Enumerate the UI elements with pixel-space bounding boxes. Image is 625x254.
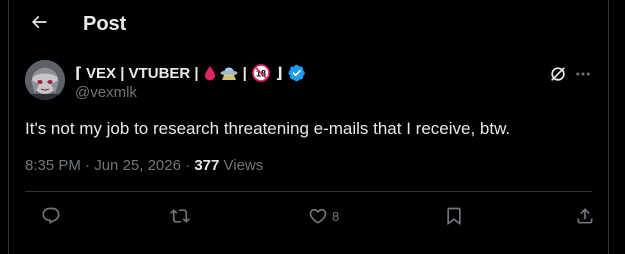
- ufo-emoji: [220, 65, 238, 81]
- meta-separator: ·: [85, 157, 91, 174]
- no-under-18-emoji: 18: [251, 64, 270, 82]
- more-button[interactable]: [572, 63, 594, 85]
- reply-icon: [42, 207, 60, 225]
- blood-drop-emoji: [204, 65, 216, 81]
- post-text: It's not my job to research threatening …: [25, 119, 511, 138]
- post-date[interactable]: Jun 25, 2026: [94, 157, 181, 174]
- bookmark-button[interactable]: [444, 204, 464, 228]
- back-button[interactable]: [25, 8, 53, 36]
- post-frame: Post ⌈ VEX | VTUBER | | ⌋ @vexmlk It's n…: [8, 0, 609, 254]
- heart-icon: [309, 208, 327, 224]
- bookmark-icon: [447, 207, 461, 226]
- reply-button[interactable]: [41, 204, 61, 228]
- arrow-left-icon: [31, 15, 47, 29]
- action-bar: 8: [25, 204, 595, 228]
- page-title: Post: [83, 13, 127, 35]
- views-label: Views: [223, 157, 264, 174]
- name-separator: |: [242, 64, 247, 82]
- meta-separator-2: ·: [185, 157, 191, 174]
- views-count[interactable]: 377: [194, 157, 219, 174]
- share-button[interactable]: [575, 204, 595, 228]
- avatar[interactable]: [25, 60, 65, 100]
- repost-button[interactable]: [170, 204, 190, 228]
- verified-badge-icon: [288, 64, 306, 82]
- display-name-prefix: ⌈ VEX | VTUBER |: [75, 65, 199, 82]
- user-handle[interactable]: @vexmlk: [75, 84, 137, 102]
- more-dots-icon: [576, 72, 590, 76]
- post-header: Post: [9, 0, 608, 48]
- repost-icon: [170, 209, 190, 223]
- like-button[interactable]: 8: [308, 204, 339, 228]
- divider: [25, 191, 592, 192]
- like-count: 8: [332, 208, 340, 224]
- post-time[interactable]: 8:35 PM: [25, 157, 81, 174]
- display-name-suffix: ⌋: [275, 65, 283, 82]
- grok-button[interactable]: [547, 63, 569, 85]
- post-meta: 8:35 PM · Jun 25, 2026 · 377 Views: [25, 157, 263, 175]
- display-name[interactable]: ⌈ VEX | VTUBER | | 18 ⌋: [75, 63, 306, 83]
- grok-icon: [551, 67, 565, 81]
- avatar-image: [25, 60, 65, 100]
- share-icon: [577, 208, 593, 224]
